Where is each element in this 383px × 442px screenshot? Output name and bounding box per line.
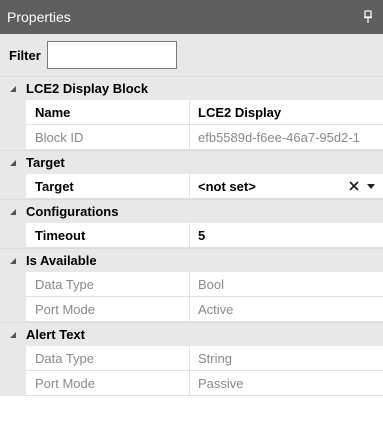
category-label: Is Available <box>26 253 97 268</box>
property-name: Data Type <box>26 346 190 371</box>
category-label: Configurations <box>26 204 119 219</box>
property-value[interactable]: 5 <box>190 223 383 248</box>
collapse-arrow-icon[interactable] <box>0 208 26 216</box>
category-header-is-available[interactable]: Is Available <box>0 248 383 272</box>
clear-icon[interactable] <box>349 181 359 191</box>
filter-label: Filter <box>9 47 41 63</box>
target-select[interactable]: <not set> <box>190 174 383 199</box>
property-name: Target <box>26 174 190 199</box>
collapse-arrow-icon[interactable] <box>0 159 26 167</box>
property-row-timeout[interactable]: Timeout 5 <box>0 223 383 248</box>
property-name: Port Mode <box>26 297 190 322</box>
properties-titlebar: Properties <box>0 0 383 34</box>
property-name: Name <box>26 100 190 125</box>
category-header-lce2-display-block[interactable]: LCE2 Display Block <box>0 76 383 100</box>
dropdown-icon[interactable] <box>367 183 375 189</box>
property-value[interactable]: efb5589d-f6ee-46a7-95d2-1 <box>190 125 383 150</box>
collapse-arrow-icon[interactable] <box>0 257 26 265</box>
property-row-port-mode[interactable]: Port Mode Active <box>0 297 383 322</box>
property-row-data-type[interactable]: Data Type String <box>0 346 383 371</box>
property-value: <not set> <box>198 178 256 194</box>
property-name: Block ID <box>26 125 190 150</box>
category-label: LCE2 Display Block <box>26 81 149 96</box>
property-row-data-type[interactable]: Data Type Bool <box>0 272 383 297</box>
property-name: Data Type <box>26 272 190 297</box>
property-grid: LCE2 Display Block Name LCE2 Display Blo… <box>0 76 383 396</box>
filter-bar: Filter <box>0 34 383 76</box>
property-name: Timeout <box>26 223 190 248</box>
property-row-port-mode[interactable]: Port Mode Passive <box>0 371 383 396</box>
property-value[interactable]: String <box>190 346 383 371</box>
property-name: Port Mode <box>26 371 190 396</box>
pin-icon[interactable] <box>363 10 373 24</box>
category-header-configurations[interactable]: Configurations <box>0 199 383 223</box>
category-label: Alert Text <box>26 327 85 342</box>
collapse-arrow-icon[interactable] <box>0 85 26 93</box>
property-row-block-id[interactable]: Block ID efb5589d-f6ee-46a7-95d2-1 <box>0 125 383 150</box>
collapse-arrow-icon[interactable] <box>0 331 26 339</box>
category-header-target[interactable]: Target <box>0 150 383 174</box>
property-value[interactable]: LCE2 Display <box>190 100 383 125</box>
property-value[interactable]: Passive <box>190 371 383 396</box>
category-header-alert-text[interactable]: Alert Text <box>0 322 383 346</box>
property-value[interactable]: Bool <box>190 272 383 297</box>
category-label: Target <box>26 155 65 170</box>
filter-input[interactable] <box>46 41 177 69</box>
property-row-name[interactable]: Name LCE2 Display <box>0 100 383 125</box>
property-value[interactable]: Active <box>190 297 383 322</box>
property-row-target[interactable]: Target <not set> <box>0 174 383 199</box>
panel-title: Properties <box>7 9 71 25</box>
